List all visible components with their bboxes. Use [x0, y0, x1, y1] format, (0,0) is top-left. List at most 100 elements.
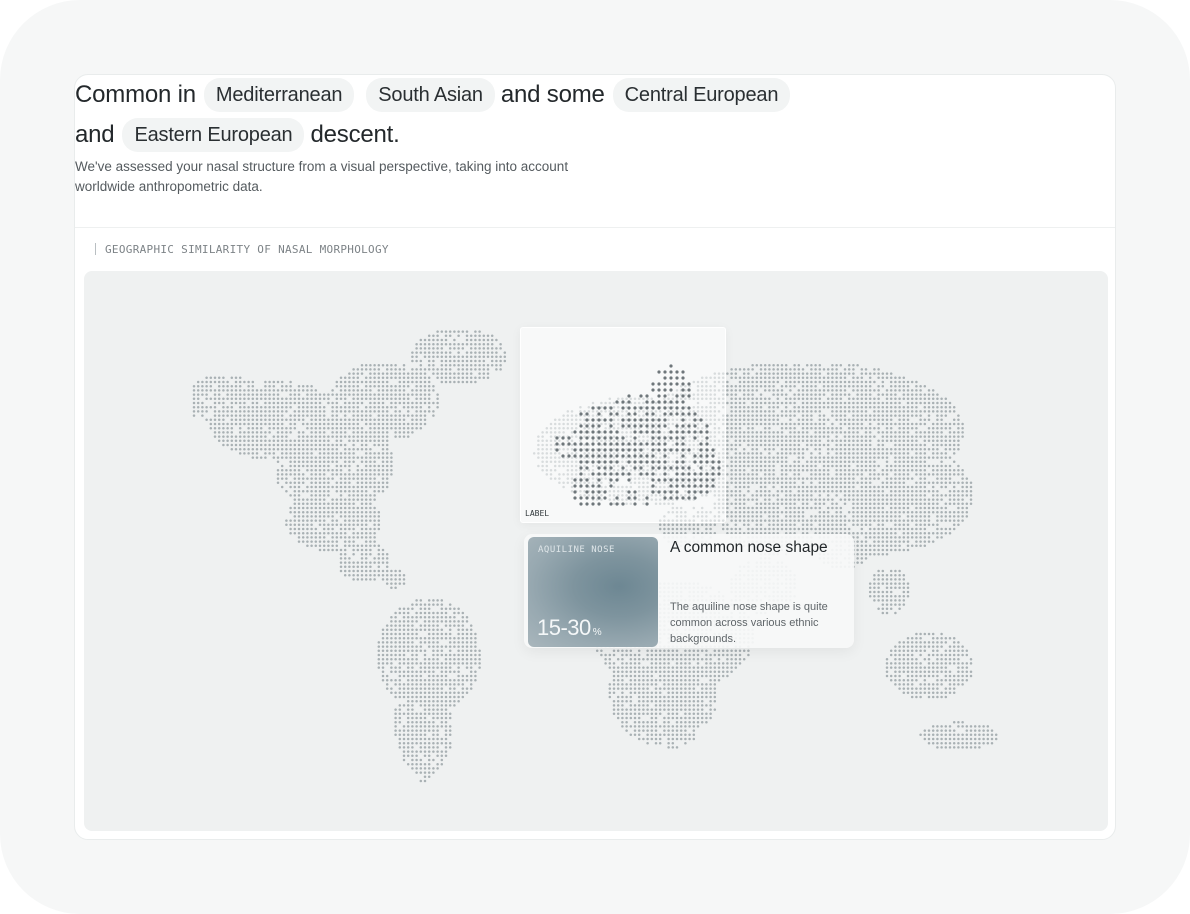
map-dot — [957, 422, 960, 426]
map-dot — [793, 485, 796, 489]
map-dot — [402, 573, 406, 577]
map-dot — [835, 384, 838, 388]
region-tag-eastern-european[interactable]: Eastern European — [122, 118, 305, 152]
map-dot — [847, 401, 851, 405]
map-dot — [335, 489, 339, 493]
region-tag-central-european[interactable]: Central European — [612, 78, 791, 112]
map-dot — [793, 431, 796, 434]
map-dot — [268, 405, 271, 409]
map-dot — [348, 510, 351, 514]
map-dot — [864, 443, 868, 447]
map-dot — [822, 456, 826, 459]
map-dot — [768, 502, 771, 506]
map-dot — [398, 397, 402, 401]
map-dot — [906, 464, 910, 468]
map-dot — [784, 410, 788, 413]
map-dot — [831, 489, 834, 493]
map-dot — [826, 380, 830, 384]
map-dot — [352, 527, 355, 531]
map-dot — [759, 456, 763, 459]
map-dot — [247, 405, 250, 409]
map-dot — [289, 447, 292, 451]
world-map-panel[interactable]: LABEL AQUILINE NOSE 15-30% A common nose… — [84, 271, 1108, 831]
map-dot — [364, 368, 368, 371]
map-dot — [356, 531, 360, 535]
map-dot — [923, 397, 927, 401]
map-dot — [373, 431, 376, 434]
map-dot — [915, 397, 918, 401]
region-tag-mediterranean[interactable]: Mediterranean — [203, 78, 355, 112]
map-dot — [402, 389, 406, 392]
map-dot — [352, 439, 355, 443]
map-dot — [864, 397, 868, 401]
map-dot — [268, 410, 271, 413]
map-dot — [335, 531, 339, 535]
map-dot — [217, 393, 221, 396]
map-dot — [856, 389, 859, 392]
map-dot — [915, 498, 918, 501]
map-dot — [381, 573, 385, 577]
map-dot — [772, 368, 775, 371]
map-dot — [280, 380, 284, 384]
map-dot — [301, 489, 305, 493]
map-dot — [742, 431, 746, 434]
map-dot — [931, 485, 935, 489]
region-tag-south-asian[interactable]: South Asian — [366, 78, 495, 112]
map-dot — [209, 405, 213, 409]
map-dot — [839, 447, 843, 451]
map-dot — [936, 439, 939, 443]
map-dot — [940, 531, 943, 535]
map-dot — [432, 389, 435, 392]
map-dot — [793, 393, 796, 396]
map-dot — [738, 515, 742, 518]
map-dot — [915, 515, 918, 518]
map-dot — [373, 536, 376, 539]
map-dot — [923, 489, 927, 493]
map-dot — [377, 485, 381, 489]
map-dot — [306, 502, 309, 506]
map-dot — [923, 418, 927, 422]
map-dot — [364, 544, 368, 548]
map-dot — [852, 510, 855, 514]
map-dot — [852, 519, 855, 522]
map-dot — [251, 397, 255, 401]
map-dot — [364, 397, 368, 401]
map-dot — [222, 401, 225, 405]
map-dot — [310, 468, 313, 472]
map-dot — [835, 519, 838, 522]
map-dot — [923, 410, 927, 413]
map-dot — [780, 468, 784, 472]
map-dot — [251, 435, 255, 438]
map-dot — [293, 414, 297, 417]
map-dot — [306, 456, 309, 459]
map-dot — [793, 372, 796, 375]
map-dot — [415, 389, 418, 392]
map-dot — [864, 439, 868, 443]
map-dot — [759, 401, 763, 405]
map-dot — [385, 569, 389, 573]
map-dot — [873, 489, 876, 493]
map-dot — [730, 447, 733, 451]
map-dot — [419, 376, 423, 380]
map-dot — [860, 481, 864, 485]
map-dot — [881, 527, 885, 531]
map-dot — [331, 410, 334, 413]
map-dot — [965, 494, 969, 497]
map-dot — [948, 431, 952, 434]
map-dot — [784, 468, 788, 472]
map-dot — [415, 422, 418, 426]
map-dot — [322, 540, 326, 543]
map-dot — [356, 578, 360, 581]
map-dot — [940, 519, 943, 522]
map-dot — [864, 481, 868, 485]
map-dot — [457, 347, 460, 350]
map-dot — [226, 410, 229, 413]
map-dot — [234, 401, 238, 405]
map-dot — [793, 515, 796, 518]
map-dot — [301, 523, 305, 527]
map-dot — [877, 384, 880, 388]
map-dot — [797, 431, 801, 434]
map-dot — [793, 384, 796, 388]
map-dot — [818, 410, 822, 413]
map-dot — [343, 540, 347, 543]
